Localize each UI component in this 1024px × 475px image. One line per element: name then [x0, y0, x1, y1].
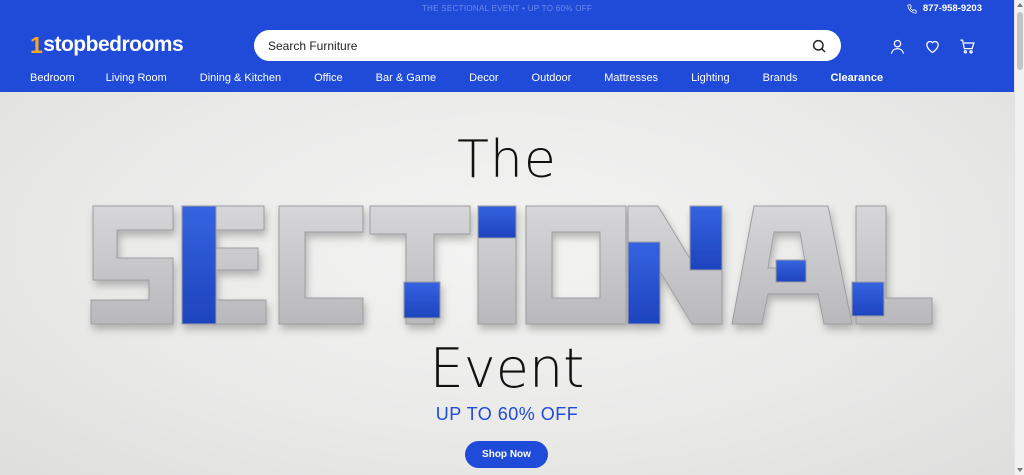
nav-item-lighting[interactable]: Lighting: [691, 72, 730, 84]
header-actions: [889, 38, 976, 55]
nav-item-bar-game[interactable]: Bar & Game: [376, 72, 437, 84]
nav-item-decor[interactable]: Decor: [469, 72, 498, 84]
promo-bar: THE SECTIONAL EVENT • UP TO 60% OFF 877-…: [0, 0, 1014, 18]
logo-text: stopbedrooms: [43, 33, 184, 56]
site-logo[interactable]: 1 stopbedrooms: [30, 31, 184, 58]
shop-now-button[interactable]: Shop Now: [465, 441, 548, 468]
logo-one: 1: [30, 31, 43, 58]
scroll-down-arrow-icon[interactable]: [1017, 468, 1023, 472]
promo-text: THE SECTIONAL EVENT • UP TO 60% OFF: [421, 4, 593, 13]
scroll-up-arrow-icon[interactable]: [1017, 3, 1023, 7]
phone-number: 877-958-9203: [922, 3, 982, 14]
search-icon[interactable]: [811, 38, 827, 54]
phone-icon: [907, 3, 917, 14]
nav-item-outdoor[interactable]: Outdoor: [532, 72, 572, 84]
page-scrollbar[interactable]: [1014, 0, 1024, 475]
search-bar: [254, 30, 841, 61]
search-input[interactable]: [268, 38, 811, 53]
sectional-sofa-letters-graphic: [90, 205, 933, 325]
hero-banner[interactable]: The Event UP TO 60% OFF Shop Now: [0, 92, 1014, 475]
hero-offer-text: UP TO 60% OFF: [435, 404, 579, 424]
scrollbar-thumb[interactable]: [1017, 12, 1023, 70]
phone-link[interactable]: 877-958-9203: [907, 3, 982, 14]
cart-icon[interactable]: [959, 38, 976, 55]
nav-item-office[interactable]: Office: [314, 72, 343, 84]
nav-item-brands[interactable]: Brands: [763, 72, 798, 84]
site-header: 1 stopbedrooms Bedroom Living Room Dinin…: [0, 18, 1014, 92]
nav-item-bedroom[interactable]: Bedroom: [30, 72, 75, 84]
user-icon[interactable]: [889, 38, 906, 55]
heart-icon[interactable]: [924, 38, 941, 55]
nav-item-mattresses[interactable]: Mattresses: [604, 72, 658, 84]
hero-title-bottom: Event: [429, 337, 585, 400]
nav-item-living-room[interactable]: Living Room: [106, 72, 167, 84]
nav-item-clearance[interactable]: Clearance: [830, 72, 883, 84]
main-nav: Bedroom Living Room Dining & Kitchen Off…: [30, 72, 883, 84]
nav-item-dining-kitchen[interactable]: Dining & Kitchen: [200, 72, 281, 84]
